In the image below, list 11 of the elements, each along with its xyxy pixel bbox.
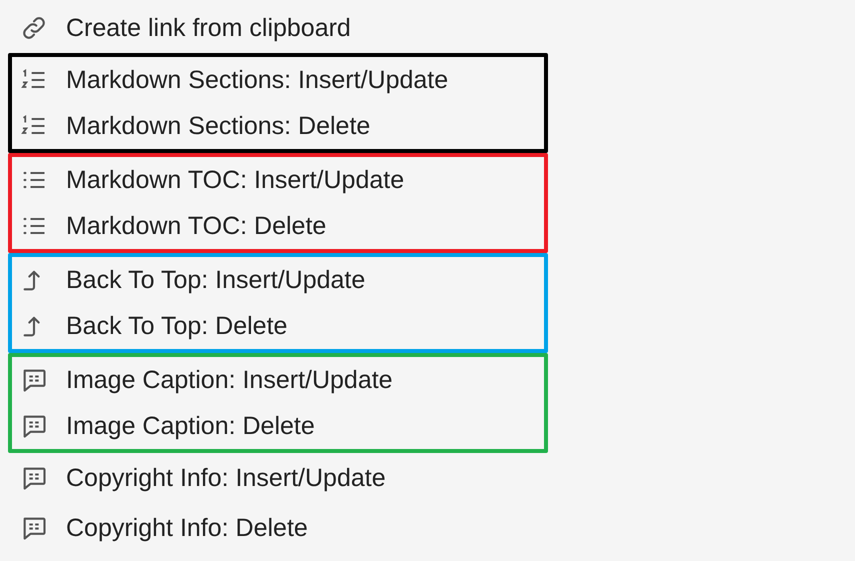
command-label[interactable]: Markdown Sections: Insert/Update	[66, 66, 448, 94]
command-label[interactable]: Markdown TOC: Delete	[66, 212, 326, 240]
command-label[interactable]: Markdown Sections: Delete	[66, 112, 370, 140]
command-label[interactable]: Markdown TOC: Insert/Update	[66, 166, 404, 194]
command-label[interactable]: Image Caption: Delete	[66, 412, 315, 440]
command-label[interactable]: Create link from clipboard	[66, 14, 351, 42]
command-label[interactable]: Image Caption: Insert/Update	[66, 366, 393, 394]
command-label[interactable]: Back To Top: Delete	[66, 312, 288, 340]
command-label[interactable]: Copyright Info: Insert/Update	[66, 464, 386, 492]
command-label[interactable]: Copyright Info: Delete	[66, 514, 308, 542]
command-label[interactable]: Back To Top: Insert/Update	[66, 266, 366, 294]
